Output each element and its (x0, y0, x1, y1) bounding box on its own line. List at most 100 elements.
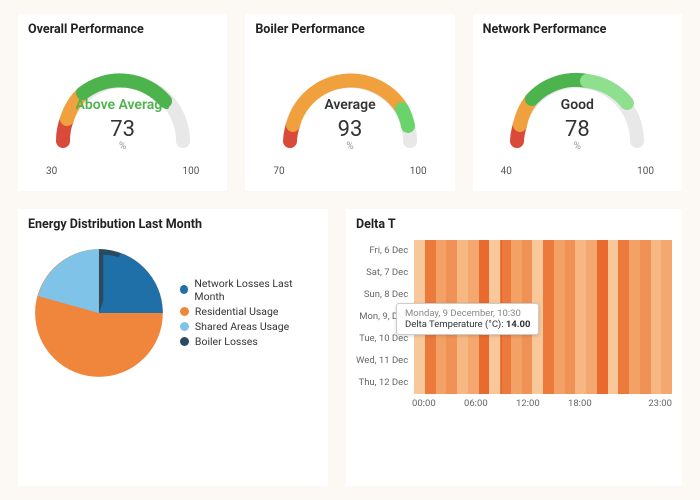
heat-cell[interactable] (489, 240, 500, 262)
heat-cell[interactable] (597, 372, 608, 394)
heat-cell[interactable] (618, 240, 629, 262)
heat-cell[interactable] (608, 306, 619, 328)
legend-item[interactable]: Boiler Losses (180, 335, 318, 348)
heat-cell[interactable] (597, 262, 608, 284)
heatmap[interactable]: Fri, 6 Dec Sat, 7 Dec Sun, 8 Dec Mon, 9,… (356, 240, 672, 394)
heat-cell[interactable] (425, 262, 436, 284)
heat-cell[interactable] (586, 306, 597, 328)
heat-cell[interactable] (629, 284, 640, 306)
heat-cell[interactable] (651, 240, 662, 262)
heat-cell[interactable] (414, 350, 425, 372)
heat-cell[interactable] (554, 350, 565, 372)
heat-cell[interactable] (414, 262, 425, 284)
heat-cell[interactable] (651, 328, 662, 350)
heat-cell[interactable] (479, 240, 490, 262)
heat-cell[interactable] (436, 372, 447, 394)
heat-cell[interactable] (543, 328, 554, 350)
heat-cell[interactable] (618, 284, 629, 306)
heat-cell[interactable] (661, 240, 672, 262)
heat-cell[interactable] (554, 328, 565, 350)
heat-cell[interactable] (543, 306, 554, 328)
heat-cell[interactable] (543, 350, 554, 372)
heat-cell[interactable] (554, 306, 565, 328)
heat-cell[interactable] (565, 240, 576, 262)
heat-cell[interactable] (640, 328, 651, 350)
heat-cell[interactable] (640, 284, 651, 306)
heat-cell[interactable] (468, 350, 479, 372)
heat-cell[interactable] (554, 284, 565, 306)
heat-cell[interactable] (554, 262, 565, 284)
heat-cell[interactable] (651, 284, 662, 306)
heat-cell[interactable] (425, 350, 436, 372)
heat-cell[interactable] (457, 262, 468, 284)
heat-cell[interactable] (511, 240, 522, 262)
heat-cell[interactable] (532, 240, 543, 262)
heat-cell[interactable] (554, 372, 565, 394)
heat-cell[interactable] (575, 306, 586, 328)
heat-cell[interactable] (608, 328, 619, 350)
gauge[interactable]: Average 93 % 70 100 (255, 41, 444, 181)
heat-cell[interactable] (468, 372, 479, 394)
heat-cell[interactable] (575, 350, 586, 372)
heat-cell[interactable] (629, 306, 640, 328)
heat-cell[interactable] (479, 262, 490, 284)
heat-cell[interactable] (522, 240, 533, 262)
gauge[interactable]: Good 78 % 40 100 (483, 41, 672, 181)
heat-cell[interactable] (597, 284, 608, 306)
heat-cell[interactable] (640, 306, 651, 328)
heat-cell[interactable] (618, 306, 629, 328)
heat-cell[interactable] (661, 262, 672, 284)
heat-cell[interactable] (554, 240, 565, 262)
heat-cell[interactable] (629, 262, 640, 284)
heat-cell[interactable] (446, 350, 457, 372)
heat-cell[interactable] (618, 350, 629, 372)
heat-cell[interactable] (661, 328, 672, 350)
heat-cell[interactable] (651, 350, 662, 372)
heat-cell[interactable] (651, 372, 662, 394)
legend-item[interactable]: Network Losses Last Month (180, 277, 318, 303)
heat-cell[interactable] (511, 372, 522, 394)
heat-cell[interactable] (586, 328, 597, 350)
heat-cell[interactable] (618, 372, 629, 394)
heat-cell[interactable] (565, 350, 576, 372)
heat-cell[interactable] (618, 262, 629, 284)
heat-cell[interactable] (597, 350, 608, 372)
heat-cell[interactable] (661, 350, 672, 372)
heat-cell[interactable] (446, 372, 457, 394)
heat-cell[interactable] (640, 262, 651, 284)
heat-cell[interactable] (575, 262, 586, 284)
heat-cell[interactable] (640, 350, 651, 372)
heat-cell[interactable] (608, 284, 619, 306)
heat-cell[interactable] (575, 284, 586, 306)
heat-cell[interactable] (543, 284, 554, 306)
heat-cell[interactable] (436, 262, 447, 284)
heat-cell[interactable] (511, 350, 522, 372)
heat-cell[interactable] (414, 240, 425, 262)
heat-cell[interactable] (532, 372, 543, 394)
heat-cell[interactable] (522, 372, 533, 394)
heat-cell[interactable] (629, 350, 640, 372)
heat-cell[interactable] (629, 372, 640, 394)
heat-cell[interactable] (565, 284, 576, 306)
heat-cell[interactable] (565, 372, 576, 394)
heat-cell[interactable] (586, 262, 597, 284)
heat-cell[interactable] (446, 262, 457, 284)
heat-cell[interactable] (651, 262, 662, 284)
heat-cell[interactable] (608, 372, 619, 394)
heat-cell[interactable] (640, 372, 651, 394)
heat-cell[interactable] (543, 240, 554, 262)
heat-cell[interactable] (608, 240, 619, 262)
heat-cell[interactable] (457, 372, 468, 394)
heat-cell[interactable] (543, 372, 554, 394)
heat-cell[interactable] (608, 350, 619, 372)
heat-cell[interactable] (651, 306, 662, 328)
gauge[interactable]: Above Average 73 % 30 100 (28, 41, 217, 181)
heat-cell[interactable] (661, 306, 672, 328)
heat-cell[interactable] (522, 350, 533, 372)
heat-cell[interactable] (661, 372, 672, 394)
heat-cell[interactable] (446, 240, 457, 262)
heat-cell[interactable] (586, 372, 597, 394)
heat-cell[interactable] (629, 328, 640, 350)
heat-cell[interactable] (586, 284, 597, 306)
heat-cell[interactable] (597, 306, 608, 328)
